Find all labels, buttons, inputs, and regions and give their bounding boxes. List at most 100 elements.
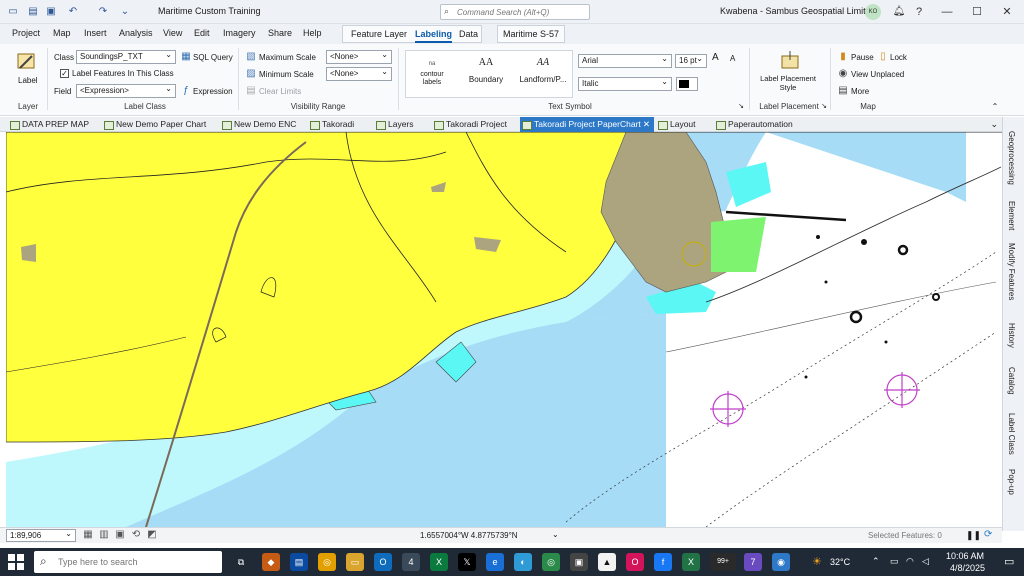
font-color-picker[interactable] — [676, 77, 698, 91]
text-symbol-gallery[interactable]: na contour labels AA Boundary AA Landfor… — [405, 50, 573, 98]
volume-icon[interactable]: ◁ — [922, 556, 929, 567]
command-search[interactable]: ⌕ — [440, 4, 590, 20]
grid-icon[interactable]: ▥ — [98, 529, 110, 541]
lock-button[interactable]: Lock — [890, 53, 907, 62]
tab-list-icon[interactable]: ⌄ — [990, 117, 998, 132]
tab-analysis[interactable]: Analysis — [119, 28, 153, 38]
doc-tab-paperautomation[interactable]: Paperautomation — [714, 117, 804, 132]
doc-tab-takoradi-project-paperchart[interactable]: Takoradi Project PaperChart ✕ — [520, 117, 654, 132]
clock-time[interactable]: 10:06 AM — [946, 551, 984, 561]
font-select[interactable]: Arial — [578, 53, 672, 68]
doc-tab-layout[interactable]: Layout — [656, 117, 712, 132]
minimize-button[interactable]: — — [934, 2, 960, 22]
tab-help[interactable]: Help — [303, 28, 322, 38]
text-symbol-launcher-icon[interactable]: ↘ — [737, 101, 745, 113]
more-button[interactable]: More — [851, 87, 869, 96]
teams-icon[interactable]: 7 — [744, 553, 762, 571]
dock-geoprocessing[interactable]: Geoprocessing — [1007, 131, 1016, 185]
expression-button[interactable]: Expression — [193, 87, 233, 96]
gallery-item-contour-labels[interactable]: contour labels — [412, 71, 452, 87]
avatar[interactable]: KO — [865, 4, 881, 20]
tab-data[interactable]: Data — [459, 29, 478, 39]
temperature[interactable]: 32°C — [830, 557, 850, 567]
copilot-icon[interactable]: ◆ — [262, 553, 280, 571]
command-search-input[interactable] — [457, 5, 587, 19]
tab-feature-layer[interactable]: Feature Layer — [351, 29, 407, 39]
doc-tab-data-prep-map[interactable]: DATA PREP MAP — [8, 117, 100, 132]
customize-toolbar-icon[interactable]: ⌄ — [118, 5, 132, 19]
x-icon[interactable]: 𝕏 — [458, 553, 476, 571]
help-button[interactable]: ? — [906, 2, 932, 22]
notification-center-icon[interactable]: ▭ — [1004, 555, 1014, 568]
label-toggle-icon[interactable] — [14, 50, 40, 74]
acrobat-icon[interactable]: ▲ — [598, 553, 616, 571]
scale-select[interactable]: 1:89,906 — [6, 528, 76, 542]
class-select[interactable]: SoundingsP_TXT — [76, 49, 176, 64]
doc-tab-layers[interactable]: Layers — [374, 117, 430, 132]
tab-view[interactable]: View — [163, 28, 182, 38]
dock-modify-features[interactable]: Modify Features — [1007, 243, 1016, 300]
map-view[interactable] — [6, 132, 1002, 527]
app-title[interactable]: Maritime Custom Training — [158, 6, 261, 16]
undo-icon[interactable]: ↶ — [66, 5, 80, 19]
font-style-select[interactable]: Italic — [578, 76, 672, 91]
edge-icon[interactable]: e — [486, 553, 504, 571]
store-icon[interactable]: ▤ — [290, 553, 308, 571]
tab-labeling[interactable]: Labeling — [415, 29, 453, 43]
doc-tab-takoradi-project[interactable]: Takoradi Project — [432, 117, 518, 132]
label-features-checkbox[interactable]: ✓ — [60, 69, 69, 78]
doc-tab-new-demo-paper-chart[interactable]: New Demo Paper Chart — [102, 117, 218, 132]
dock-catalog[interactable]: Catalog — [1007, 367, 1016, 395]
scale-lock-icon[interactable]: ▦ — [82, 529, 94, 541]
facebook-icon[interactable]: f — [654, 553, 672, 571]
tab-share[interactable]: Share — [268, 28, 292, 38]
new-project-icon[interactable]: ▭ — [6, 5, 20, 19]
arcgis-icon[interactable]: ◐ — [514, 553, 532, 571]
notifications-icon[interactable]: 🔔︎ — [892, 5, 906, 19]
max-scale-select[interactable]: <None> — [326, 49, 392, 64]
label-button[interactable]: Label — [18, 76, 38, 85]
tab-edit[interactable]: Edit — [194, 28, 210, 38]
rotation-icon[interactable]: ⟲ — [130, 529, 142, 541]
app-icon[interactable]: ▣ — [570, 553, 588, 571]
user-name[interactable]: Kwabena - Sambus Geospatial Limited — [720, 6, 876, 16]
gallery-item-landform[interactable]: Landform/P... — [514, 75, 572, 84]
collapse-ribbon-icon[interactable]: ⌃ — [990, 101, 1000, 113]
refresh-icon[interactable]: ◩ — [146, 529, 158, 541]
excel-icon[interactable]: X — [430, 553, 448, 571]
shrink-font-button[interactable]: A — [730, 54, 735, 63]
tray-chevron-icon[interactable]: ⌃ — [872, 556, 880, 567]
tab-map[interactable]: Map — [53, 28, 71, 38]
view-unplaced-button[interactable]: View Unplaced — [851, 70, 904, 79]
label-placement-style-button[interactable]: Label Placement Style — [756, 74, 820, 92]
windows-start-icon[interactable] — [8, 554, 24, 570]
dock-popup[interactable]: Pop-up — [1007, 469, 1016, 495]
dock-history[interactable]: History — [1007, 323, 1016, 348]
taskbar-search-input[interactable] — [58, 554, 208, 570]
outlook-icon[interactable]: O — [374, 553, 392, 571]
excel-2-icon[interactable]: X — [682, 553, 700, 571]
placement-launcher-icon[interactable]: ↘ — [820, 101, 828, 113]
refresh-map-icon[interactable]: ⟳ — [984, 529, 992, 540]
weather-icon[interactable]: ☀ — [812, 555, 822, 568]
dock-element[interactable]: Element — [1007, 201, 1016, 230]
opera-icon[interactable]: O — [626, 553, 644, 571]
taskbar-search[interactable]: ⌕ — [34, 551, 222, 573]
tab-project[interactable]: Project — [12, 28, 40, 38]
task-view-icon[interactable]: ⧉ — [232, 553, 250, 571]
whatsapp-icon[interactable]: 99+ — [710, 553, 736, 571]
doc-tab-takoradi[interactable]: Takoradi — [308, 117, 372, 132]
dock-label-class[interactable]: Label Class — [1007, 413, 1016, 455]
chrome-profile-icon[interactable]: ◎ — [542, 553, 560, 571]
sql-query-button[interactable]: SQL Query — [193, 53, 233, 62]
close-tab-icon[interactable]: ✕ — [643, 117, 650, 132]
maximize-button[interactable]: ☐ — [964, 2, 990, 22]
doc-tab-new-demo-enc[interactable]: New Demo ENC — [220, 117, 306, 132]
coordinate-format-icon[interactable]: ⌄ — [552, 530, 559, 539]
nautical-chart-canvas[interactable] — [6, 132, 1002, 527]
clock-date[interactable]: 4/8/2025 — [950, 563, 985, 573]
wifi-icon[interactable]: ◠ — [906, 556, 914, 567]
file-explorer-icon[interactable]: ▭ — [346, 553, 364, 571]
redo-icon[interactable]: ↷ — [96, 5, 110, 19]
clear-limits-button[interactable]: Clear Limits — [259, 87, 301, 96]
